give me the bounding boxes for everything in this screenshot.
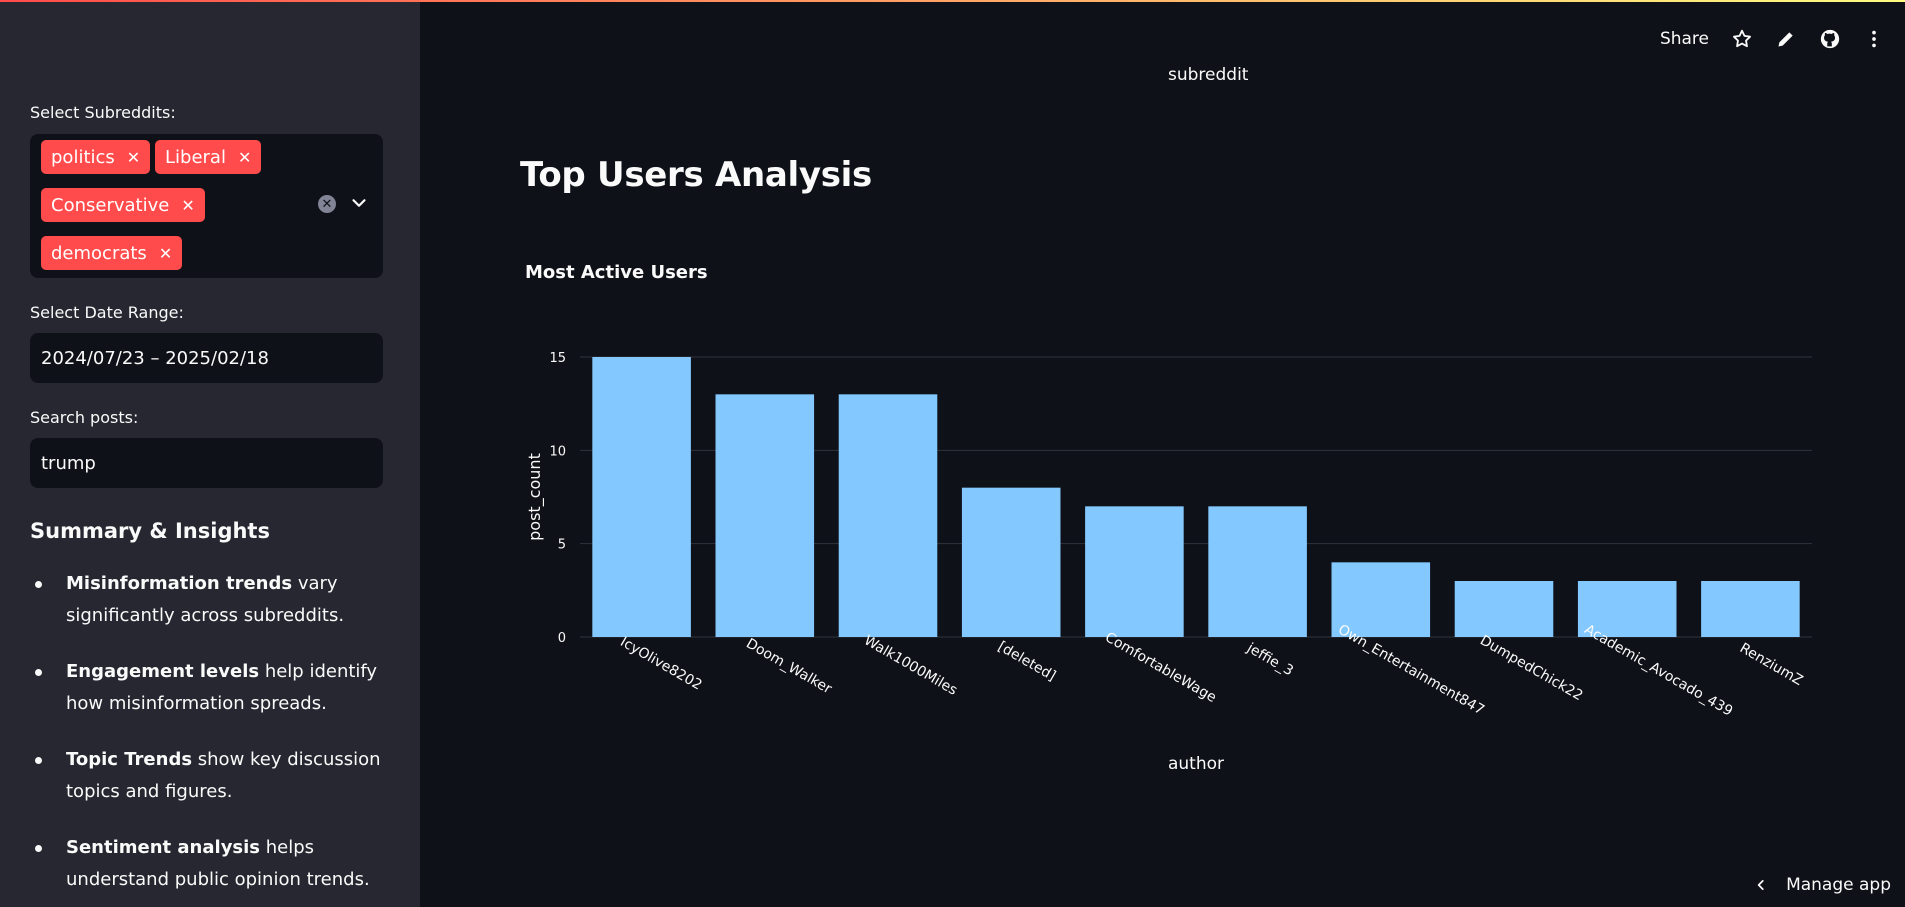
x-tick-label: [deleted]: [995, 639, 1058, 685]
chevron-left-icon: [1757, 880, 1764, 890]
x-axis-title: author: [1168, 754, 1224, 774]
y-axis-title: post_count: [525, 453, 545, 541]
list-item: Engagement levels help identify how misi…: [30, 656, 390, 720]
main-content: Share subreddit Top Users Analysis Most …: [420, 0, 1905, 907]
y-tick-label: 10: [549, 444, 566, 459]
y-tick-label: 15: [549, 351, 566, 366]
x-tick-label: RenziumZ: [1737, 640, 1806, 689]
list-item: Topic Trends show key discussion topics …: [30, 744, 390, 808]
x-tick-label: IcyOlive8202: [617, 634, 704, 694]
y-tick-label: 5: [558, 538, 566, 553]
chevron-down-icon[interactable]: [348, 192, 370, 214]
share-button[interactable]: Share: [1660, 29, 1709, 49]
subreddit-multiselect[interactable]: politics ✕ Liberal ✕ Conservative ✕ demo…: [30, 134, 383, 278]
search-input[interactable]: trump: [30, 438, 383, 488]
insights-list: Misinformation trends vary significantly…: [30, 568, 390, 907]
date-range-input[interactable]: 2024/07/23 – 2025/02/18: [30, 333, 383, 383]
list-item: Misinformation trends vary significantly…: [30, 568, 390, 632]
remove-tag-icon[interactable]: ✕: [181, 196, 194, 215]
remove-tag-icon[interactable]: ✕: [159, 244, 172, 263]
bar-chart: 0 5 10 15 IcyOlive8202 Doom_Walker Walk1000Mil…: [525, 351, 1812, 774]
bar: [592, 357, 691, 637]
x-tick-label: jeffie_3: [1243, 640, 1296, 680]
remove-tag-icon[interactable]: ✕: [238, 148, 251, 167]
list-item: Sentiment analysis helps understand publ…: [30, 832, 390, 896]
manage-app-button[interactable]: Manage app: [1754, 875, 1891, 895]
bar: [961, 487, 1061, 637]
tag-label: Conservative: [51, 194, 170, 216]
bar: [715, 394, 815, 637]
sidebar: Select Subreddits: politics ✕ Liberal ✕ …: [0, 0, 420, 907]
previous-chart-axis-label: subreddit: [1168, 65, 1249, 85]
x-tick-label: Doom_Walker: [743, 636, 834, 698]
tag-liberal: Liberal ✕: [155, 140, 262, 174]
bar: [1701, 581, 1800, 637]
header-decoration: [0, 0, 1905, 2]
search-label: Search posts:: [30, 408, 139, 427]
tag-label: Liberal: [165, 146, 226, 168]
bar: [1208, 506, 1307, 637]
bar: [1454, 581, 1554, 637]
app-toolbar: Share: [1660, 28, 1885, 50]
insight-bold: Misinformation trends: [66, 573, 293, 594]
summary-heading: Summary & Insights: [30, 519, 270, 543]
pencil-icon[interactable]: [1775, 28, 1797, 50]
star-icon[interactable]: [1731, 28, 1753, 50]
page-title: Top Users Analysis: [520, 155, 872, 195]
subreddits-label: Select Subreddits:: [30, 103, 176, 122]
chart-title: Most Active Users: [525, 262, 708, 283]
manage-app-label: Manage app: [1786, 875, 1891, 895]
tag-democrats: democrats ✕: [41, 236, 183, 270]
insight-bold: Topic Trends: [66, 749, 193, 770]
bar: [1085, 506, 1184, 637]
insight-bold: Sentiment analysis: [66, 837, 261, 858]
x-tick-label: Walk1000Miles: [861, 632, 960, 698]
remove-tag-icon[interactable]: ✕: [127, 148, 140, 167]
insight-bold: Engagement levels: [66, 661, 260, 682]
x-tick-label: ComfortableWage: [1102, 629, 1219, 706]
clear-all-icon[interactable]: ✕: [318, 195, 336, 213]
bar: [838, 394, 938, 637]
tag-conservative: Conservative ✕: [41, 188, 205, 222]
tag-label: politics: [51, 146, 115, 168]
github-icon[interactable]: [1819, 28, 1841, 50]
tag-politics: politics ✕: [41, 140, 151, 174]
date-range-label: Select Date Range:: [30, 303, 184, 322]
x-tick-label: DumpedChick22: [1477, 632, 1585, 704]
tag-label: democrats: [51, 242, 147, 264]
more-icon[interactable]: [1863, 28, 1885, 50]
y-tick-label: 0: [558, 631, 566, 646]
